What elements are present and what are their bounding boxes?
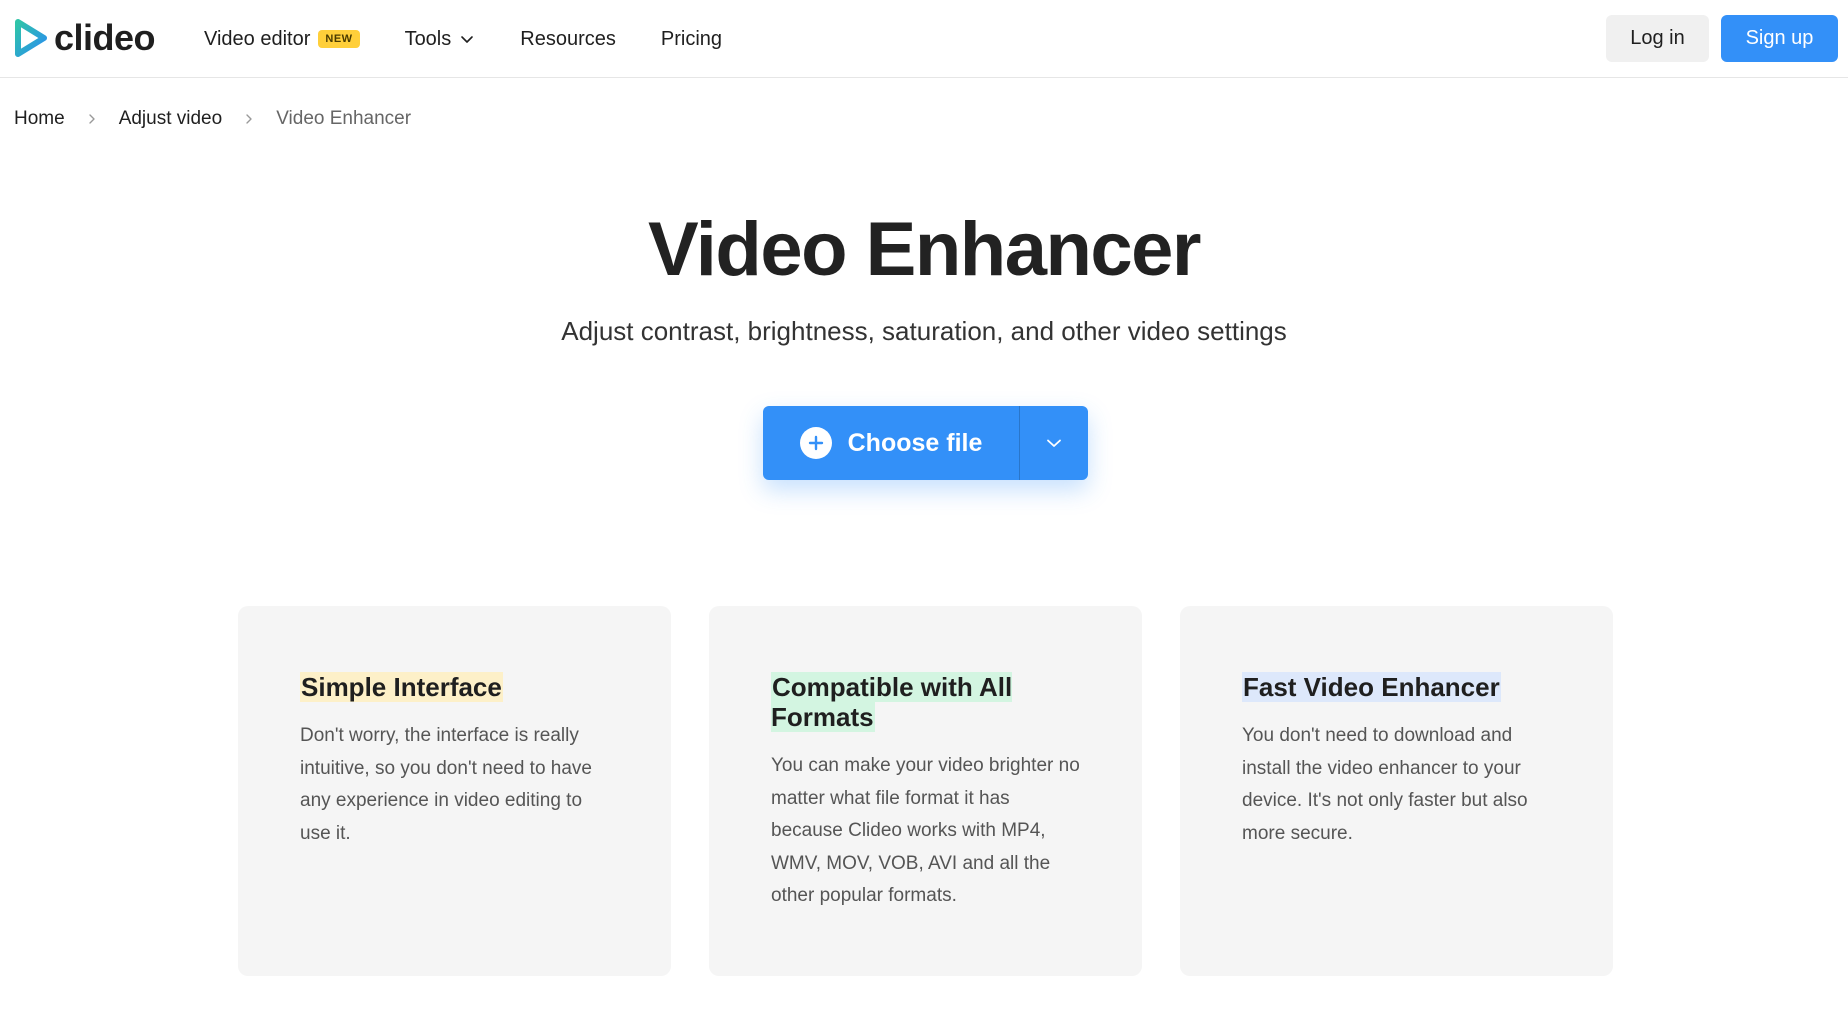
plus-circle-icon <box>799 427 832 459</box>
feature-card-title: Simple Interface <box>300 672 610 702</box>
feature-card-title-text: Fast Video Enhancer <box>1242 672 1501 702</box>
nav-resources[interactable]: Resources <box>520 28 616 51</box>
feature-card-title: Compatible with All Formats <box>771 672 1081 732</box>
feature-card-compatible-formats: Compatible with All Formats You can make… <box>709 606 1142 976</box>
choose-file-dropdown-button[interactable] <box>1020 406 1088 480</box>
nav-video-editor[interactable]: Video editor NEW <box>204 28 360 51</box>
clideo-logo-icon <box>15 19 47 57</box>
breadcrumb: Home Adjust video Video Enhancer <box>14 108 411 130</box>
nav-resources-label: Resources <box>520 27 616 50</box>
nav-video-editor-label: Video editor <box>204 27 311 50</box>
nav-pricing-label: Pricing <box>660 27 723 50</box>
breadcrumb-adjust-video[interactable]: Adjust video <box>119 108 223 130</box>
feature-card-fast-enhancer: Fast Video Enhancer You don't need to do… <box>1180 606 1613 976</box>
clideo-logo[interactable]: clideo <box>14 17 156 58</box>
chevron-right-icon <box>246 114 252 124</box>
feature-card-title: Fast Video Enhancer <box>1242 672 1552 702</box>
nav-tools[interactable]: Tools <box>405 28 476 51</box>
feature-card-title-text: Simple Interface <box>300 672 503 702</box>
plus-icon <box>808 435 823 451</box>
logo-text: clideo <box>54 17 156 58</box>
feature-card-title-text: Compatible with All Formats <box>771 672 1013 732</box>
signup-button[interactable]: Sign up <box>1721 15 1838 62</box>
feature-card-text: You don't need to download and install t… <box>1242 725 1528 844</box>
nav-pricing[interactable]: Pricing <box>661 28 722 51</box>
chevron-down-icon <box>461 36 474 43</box>
feature-card-text: You can make your video brighter no matt… <box>771 755 1080 906</box>
feature-card-text: Don't worry, the interface is really int… <box>300 725 592 844</box>
breadcrumb-home[interactable]: Home <box>14 108 65 130</box>
login-button[interactable]: Log in <box>1606 15 1709 62</box>
header-actions: Log in Sign up <box>1606 15 1838 62</box>
page-subtitle: Adjust contrast, brightness, saturation,… <box>561 316 1287 346</box>
main-nav: Video editor NEW Tools Resources Pricing <box>204 0 722 78</box>
choose-file-control: Choose file <box>763 406 1088 480</box>
choose-file-label: Choose file <box>847 428 983 457</box>
site-header: clideo Video editor NEW Tools Resources … <box>0 0 1848 78</box>
page-title: Video Enhancer <box>647 207 1202 292</box>
chevron-right-icon <box>88 114 95 124</box>
breadcrumb-current: Video Enhancer <box>276 108 412 129</box>
feature-card-simple-interface: Simple Interface Don't worry, the interf… <box>238 606 671 976</box>
new-badge: NEW <box>318 30 360 48</box>
chevron-down-icon <box>1047 439 1061 447</box>
nav-tools-label: Tools <box>404 27 452 50</box>
choose-file-button[interactable]: Choose file <box>763 406 1019 480</box>
